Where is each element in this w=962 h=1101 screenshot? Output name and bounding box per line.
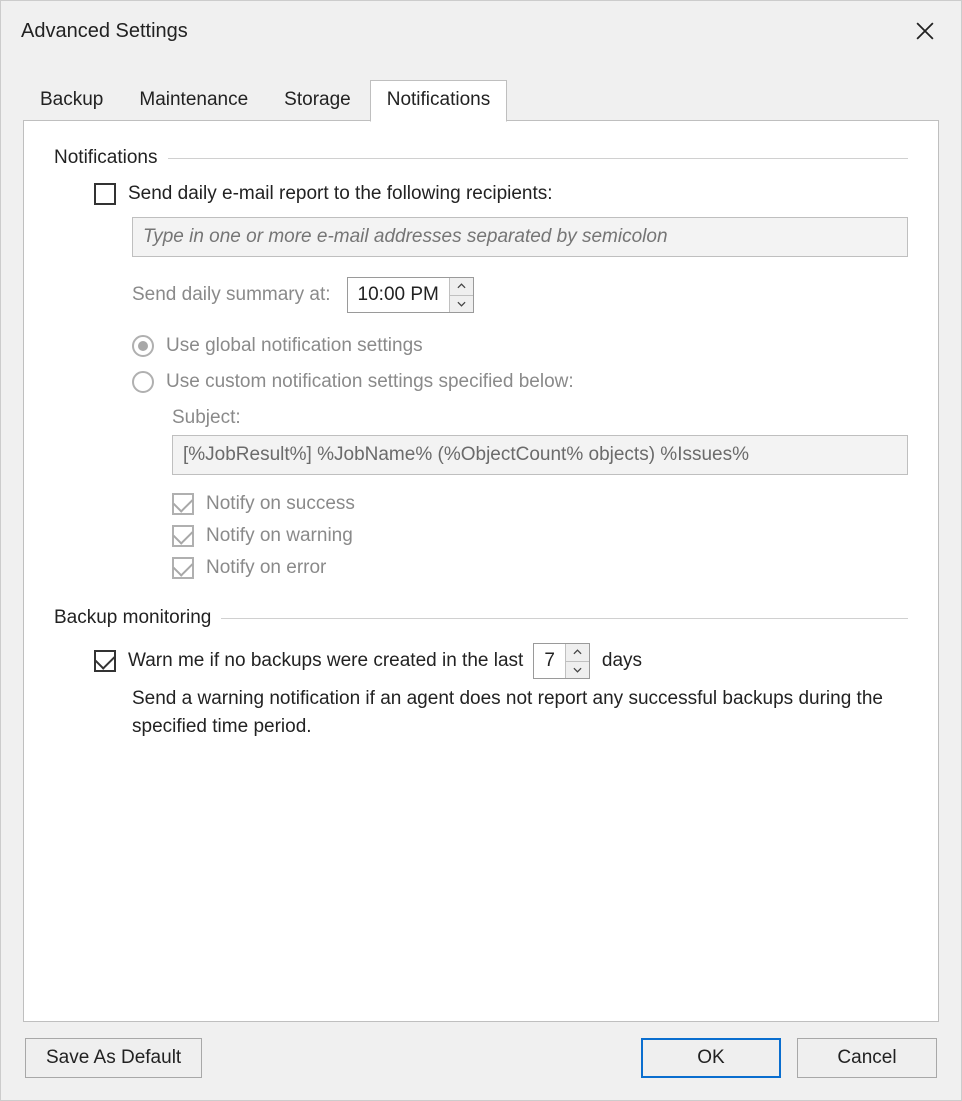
spinner-up-button[interactable] <box>566 644 589 662</box>
label-summary-time: Send daily summary at: <box>132 284 331 306</box>
label-send-daily: Send daily e-mail report to the followin… <box>128 183 553 205</box>
tab-notifications[interactable]: Notifications <box>370 80 508 122</box>
spinner-down-button[interactable] <box>450 296 473 313</box>
label-warn-post: days <box>602 650 642 672</box>
tab-backup[interactable]: Backup <box>23 80 120 121</box>
input-subject[interactable] <box>172 435 908 475</box>
label-notify-error: Notify on error <box>206 557 326 579</box>
spinner-summary-time[interactable]: 10:00 PM <box>347 277 474 313</box>
radio-global-settings[interactable] <box>132 335 154 357</box>
titlebar: Advanced Settings <box>1 1 961 57</box>
group-notifications-legend: Notifications <box>54 147 908 169</box>
tabs-container: Backup Maintenance Storage Notifications… <box>1 57 961 1022</box>
label-radio-custom: Use custom notification settings specifi… <box>166 371 574 393</box>
tab-row: Backup Maintenance Storage Notifications <box>23 79 939 121</box>
divider <box>168 158 909 159</box>
row-summary-time: Send daily summary at: 10:00 PM <box>54 277 908 313</box>
advanced-settings-dialog: Advanced Settings Backup Maintenance Sto… <box>0 0 962 1101</box>
close-icon <box>916 22 934 40</box>
chevron-up-icon <box>573 649 582 655</box>
checkbox-warn-no-backups[interactable] <box>94 650 116 672</box>
button-bar: Save As Default OK Cancel <box>1 1022 961 1100</box>
radio-custom-settings[interactable] <box>132 371 154 393</box>
input-recipients[interactable] <box>132 217 908 257</box>
row-send-daily: Send daily e-mail report to the followin… <box>54 183 908 205</box>
row-subject-label: Subject: <box>54 407 908 429</box>
group-notifications-label: Notifications <box>54 147 158 169</box>
spinner-warn-days-value[interactable]: 7 <box>534 644 565 678</box>
tab-content-notifications: Notifications Send daily e-mail report t… <box>23 120 939 1022</box>
label-radio-global: Use global notification settings <box>166 335 423 357</box>
row-warn: Warn me if no backups were created in th… <box>54 643 908 679</box>
label-warn-pre: Warn me if no backups were created in th… <box>128 650 523 672</box>
checkbox-notify-success[interactable] <box>172 493 194 515</box>
chevron-down-icon <box>573 667 582 673</box>
group-monitoring-legend: Backup monitoring <box>54 607 908 629</box>
checkbox-notify-error[interactable] <box>172 557 194 579</box>
chevron-up-icon <box>457 283 466 289</box>
spinner-down-button[interactable] <box>566 662 589 679</box>
row-notify-success: Notify on success <box>54 493 908 515</box>
checkbox-send-daily[interactable] <box>94 183 116 205</box>
spinner-summary-time-value[interactable]: 10:00 PM <box>348 278 449 312</box>
ok-button[interactable]: OK <box>641 1038 781 1078</box>
divider <box>221 618 908 619</box>
spinner-buttons <box>449 278 473 312</box>
label-notify-success: Notify on success <box>206 493 355 515</box>
tab-maintenance[interactable]: Maintenance <box>122 80 265 121</box>
row-radio-global: Use global notification settings <box>54 335 908 357</box>
spinner-up-button[interactable] <box>450 278 473 296</box>
chevron-down-icon <box>457 301 466 307</box>
label-notify-warning: Notify on warning <box>206 525 353 547</box>
tab-storage[interactable]: Storage <box>267 80 368 121</box>
close-button[interactable] <box>907 13 943 49</box>
row-recipients <box>54 217 908 257</box>
checkbox-notify-warning[interactable] <box>172 525 194 547</box>
group-monitoring-label: Backup monitoring <box>54 607 211 629</box>
spinner-buttons <box>565 644 589 678</box>
cancel-button[interactable]: Cancel <box>797 1038 937 1078</box>
row-notify-warning: Notify on warning <box>54 525 908 547</box>
window-title: Advanced Settings <box>21 20 188 43</box>
save-as-default-button[interactable]: Save As Default <box>25 1038 202 1078</box>
row-notify-error: Notify on error <box>54 557 908 579</box>
spinner-warn-days[interactable]: 7 <box>533 643 590 679</box>
warn-description: Send a warning notification if an agent … <box>54 685 908 740</box>
label-subject: Subject: <box>172 407 908 429</box>
row-subject-input <box>54 435 908 475</box>
row-radio-custom: Use custom notification settings specifi… <box>54 371 908 393</box>
